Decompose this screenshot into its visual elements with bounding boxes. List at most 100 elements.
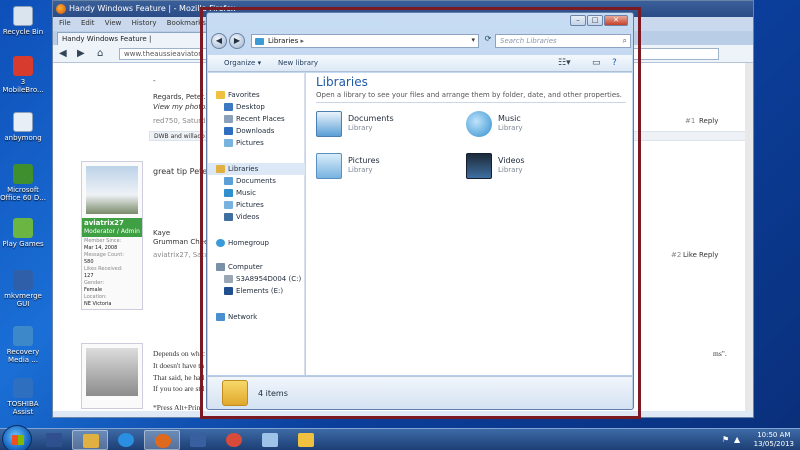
organize-button[interactable]: Organize ▾ [224,59,261,67]
office-icon[interactable]: Microsoft Office 60 D... [0,164,46,202]
firefox-scrollbar[interactable] [745,63,753,411]
nav-music-label: Music [236,189,256,197]
pictures-type: Library [348,166,373,174]
address-dropdown-icon[interactable]: ▾ [471,36,475,44]
search-input[interactable]: Search Libraries ⌕ [495,34,631,48]
library-videos[interactable]: Videos Library [466,153,606,181]
menu-history[interactable]: History [132,19,157,27]
nav-desktop[interactable]: Desktop [208,101,305,113]
nav-drive-e[interactable]: Elements (E:) [208,285,305,297]
nav-documents[interactable]: Documents [208,175,305,187]
recovery-media-glyph [13,326,33,346]
menu-view[interactable]: View [105,19,122,27]
help-icon[interactable]: ? [612,58,617,68]
home-icon[interactable]: ⌂ [97,48,103,59]
breadcrumb-libraries[interactable]: Libraries [268,37,298,45]
nav-libraries[interactable]: Libraries [208,163,305,175]
library-documents[interactable]: Documents Library [316,111,456,139]
firefox-tab[interactable]: Handy Windows Feature | [57,32,207,45]
forward-button[interactable]: ▶ [229,33,245,49]
menu-edit[interactable]: Edit [81,19,95,27]
post2-reply-button[interactable]: Reply [699,251,718,259]
nav-downloads[interactable]: Downloads [208,125,305,137]
anbymong-icon[interactable]: anbymong [0,112,46,142]
post3-line4: If you too are stil [153,384,205,393]
taskbar-explorer[interactable] [72,430,108,450]
mkvmerge-icon[interactable]: mkvmerge GUI [0,270,46,308]
search-placeholder: Search Libraries [500,37,557,45]
refresh-icon[interactable]: ⟳ [481,34,495,48]
play-games-icon[interactable]: Play Games [0,218,46,248]
mobile-broadband-icon[interactable]: 3 MobileBro... [0,56,46,94]
nav-drive-e-label: Elements (E:) [236,287,284,295]
taskbar-ie[interactable] [108,430,144,450]
library-music[interactable]: Music Library [466,111,606,139]
downloads-icon [224,127,233,135]
close-button[interactable]: ✕ [604,15,628,26]
pictures-library-icon [316,153,342,179]
address-bar[interactable]: Libraries ▸ ▾ [251,34,479,48]
office-glyph [13,164,33,184]
author2-avatar [86,348,138,396]
toshiba-assist-label: TOSHIBA Assist [7,400,39,416]
maximize-button[interactable]: □ [587,15,603,26]
nav-computer[interactable]: Computer [208,261,305,273]
nav-documents-label: Documents [236,177,276,185]
start-button[interactable] [2,425,32,450]
drive-c-icon [224,275,233,283]
new-library-button[interactable]: New library [278,59,318,67]
minimize-button[interactable]: – [570,15,586,26]
post1-reply-button[interactable]: Reply [699,117,718,125]
library-pictures[interactable]: Pictures Library [316,153,456,181]
author-name[interactable]: aviatrix27 [82,218,142,228]
nav-network[interactable]: Network [208,311,305,323]
toshiba-assist-icon[interactable]: TOSHIBA Assist [0,378,46,416]
post3-line5: *Press Alt+Print [153,403,203,412]
back-button[interactable]: ◀ [211,33,227,49]
post1-regards: Regards, Peter. [153,93,206,101]
post2-like-button[interactable]: Like [683,251,697,259]
nav-music[interactable]: Music [208,187,305,199]
mkvmerge-glyph [13,270,33,290]
music-type: Library [498,124,523,132]
nav-videos[interactable]: Videos [208,211,305,223]
nav-recent-places[interactable]: Recent Places [208,113,305,125]
menu-file[interactable]: File [59,19,71,27]
author-card-2 [81,343,143,409]
nav-homegroup[interactable]: Homegroup [208,237,305,249]
post2-signature-name: Kaye [153,229,171,237]
meta-likes-key: Likes Received: [84,266,123,272]
mobile-broadband-label: 3 MobileBro... [2,78,44,94]
taskbar-app-1[interactable] [180,430,216,450]
change-view-icon[interactable]: ☷▾ [558,58,571,68]
details-pane: 4 items [208,376,632,409]
taskbar-firefox[interactable] [144,430,180,450]
clock[interactable]: 10:50 AM 13/05/2013 [754,431,794,449]
tray-network-icon[interactable]: ▲ [734,435,742,444]
recovery-media-icon[interactable]: Recovery Media ... [0,326,46,364]
nav-pictures[interactable]: Pictures [208,199,305,211]
forward-icon[interactable]: ▶ [77,48,85,59]
nav-pictures-fav[interactable]: Pictures [208,137,305,149]
title-divider [316,102,626,103]
preview-pane-icon[interactable]: ▭ [592,58,601,68]
nav-drive-c[interactable]: S3A8954D004 (C:) [208,273,305,285]
nav-favorites[interactable]: Favorites [208,89,305,101]
documents-name: Documents [348,114,394,123]
documents-icon [224,177,233,185]
page-description: Open a library to see your files and arr… [316,91,622,99]
computer-icon [216,263,225,271]
back-icon[interactable]: ◀ [59,48,67,59]
nav-pictures-fav-label: Pictures [236,139,264,147]
taskbar-media-player[interactable] [36,430,72,450]
taskbar-app-3[interactable] [252,430,288,450]
recycle-bin-icon[interactable]: Recycle Bin [0,6,46,36]
author-role: Moderator / Admin [82,228,142,237]
taskbar-paint[interactable] [288,430,324,450]
taskbar-app-2[interactable] [216,430,252,450]
nav-favorites-label: Favorites [228,91,260,99]
post3-trail: ms". [713,349,727,358]
tray-flag-icon[interactable]: ⚑ [722,435,730,444]
mkvmerge-label: mkvmerge GUI [4,292,42,308]
mobile-broadband-glyph [13,56,33,76]
